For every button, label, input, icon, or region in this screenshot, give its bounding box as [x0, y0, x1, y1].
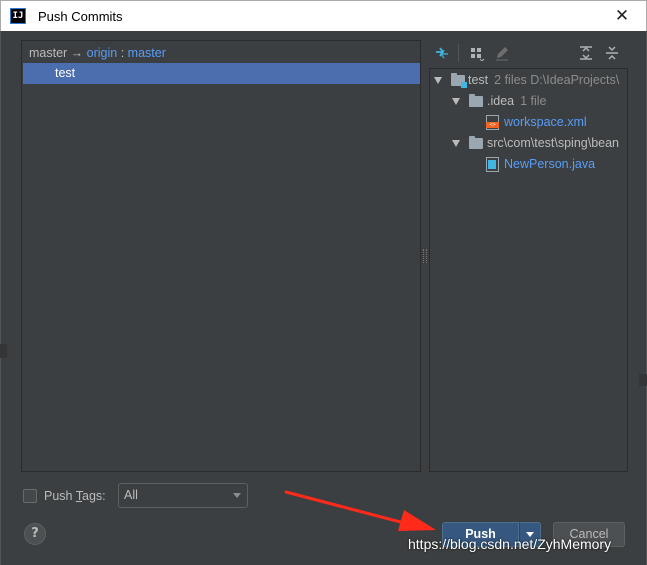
push-commits-dialog: master → origin : master test test 2 file…	[0, 31, 647, 565]
select-value: All	[124, 488, 138, 502]
expand-arrow-icon[interactable]	[434, 77, 442, 84]
close-button[interactable]: ✕	[612, 6, 632, 26]
folder-icon	[469, 136, 483, 149]
tree-folder-row[interactable]: src\com\test\sping\bean	[430, 133, 627, 153]
toolbar-separator	[458, 44, 459, 62]
tree-root-row[interactable]: test 2 files D:\IdeaProjects\	[430, 70, 627, 90]
background-window-edge	[0, 344, 7, 358]
branch-row[interactable]: master → origin : master	[29, 46, 166, 60]
group-by-icon[interactable]	[468, 44, 486, 62]
push-tags-checkbox[interactable]	[23, 489, 37, 503]
tree-folder-label: .idea 1 file	[487, 94, 547, 108]
push-arrow: →	[67, 46, 87, 60]
window-title: Push Commits	[38, 9, 123, 24]
edit-source-icon[interactable]	[493, 44, 511, 62]
remote-name-link[interactable]: origin	[87, 46, 118, 60]
collapse-all-icon[interactable]	[603, 44, 621, 62]
commits-panel: master → origin : master test	[21, 40, 421, 472]
tree-folder-row[interactable]: .idea 1 file	[430, 91, 627, 111]
push-tags-select[interactable]: All	[118, 483, 248, 508]
tree-file-row[interactable]: NewPerson.java	[430, 154, 627, 174]
show-diff-icon[interactable]	[433, 44, 451, 62]
commit-row[interactable]: test	[23, 63, 420, 84]
intellij-logo-icon: IJ	[10, 8, 26, 24]
expand-arrow-icon[interactable]	[452, 98, 460, 105]
chevron-down-icon	[233, 493, 241, 498]
background-window-edge	[639, 374, 647, 386]
xml-file-icon: <>	[486, 115, 499, 130]
tree-root-meta: 2 files D:\IdeaProjects\	[494, 73, 620, 87]
expand-all-icon[interactable]	[577, 44, 595, 62]
tree-folder-meta: 1 file	[520, 94, 547, 108]
help-button[interactable]: ?	[24, 523, 46, 545]
tree-folder-label: src\com\test\sping\bean	[487, 136, 620, 150]
java-file-icon	[486, 157, 499, 172]
changes-toolbar	[429, 40, 629, 68]
changed-files-tree: test 2 files D:\IdeaProjects\ .idea 1 file…	[429, 68, 628, 472]
tree-file-label: NewPerson.java	[504, 157, 596, 171]
expand-arrow-icon[interactable]	[452, 140, 460, 147]
splitter-handle[interactable]	[423, 249, 427, 263]
title-bar: IJ Push Commits ✕	[0, 0, 647, 31]
push-tags-label[interactable]: Push Tags:	[44, 489, 106, 503]
branch-separator: :	[117, 46, 128, 60]
local-branch: master	[29, 46, 68, 60]
watermark: https://blog.csdn.net/ZyhMemory	[408, 536, 612, 552]
folder-icon	[469, 94, 483, 107]
remote-branch-link[interactable]: master	[128, 46, 166, 60]
module-folder-icon	[451, 73, 467, 88]
tree-file-label: workspace.xml	[504, 115, 587, 129]
tree-file-row[interactable]: <> workspace.xml	[430, 112, 627, 132]
tree-root-label: test 2 files D:\IdeaProjects\	[468, 73, 620, 87]
